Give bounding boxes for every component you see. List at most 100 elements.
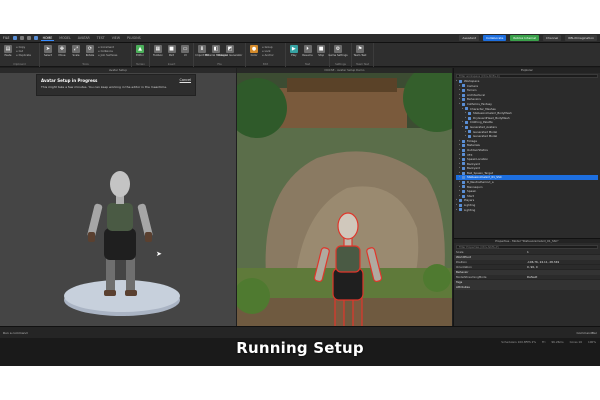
property-section-header[interactable]: Attributes [454,285,600,290]
user-button[interactable]: RBLXImagination [565,35,597,41]
tab-view[interactable]: VIEW [110,36,122,40]
property-value[interactable]: 1 [527,250,598,254]
tab-home[interactable]: HOME [40,36,55,41]
channel-button[interactable]: Channel [542,35,562,41]
gear-icon: ⚙ [334,45,342,53]
rotate-icon: ⟳ [86,45,94,53]
terrain-group: ▲ Editor Terrain [132,43,150,67]
tab-test[interactable]: TEST [95,36,107,40]
property-value[interactable]: Default [527,275,598,279]
lighting-icon [459,203,462,207]
undo-quick-icon[interactable] [19,36,24,40]
explorer-title: Explorer [454,68,600,73]
resume-icon: ⏵ [303,45,312,53]
tool-options: Increment Collisions Join Surfaces [98,45,118,57]
stop-button[interactable]: ■ Stop [315,45,327,57]
model-icon [462,167,465,171]
folder-icon [465,121,468,125]
studio-window: FILE HOME MODEL AVATAR TEST VIEW PLUGINS… [0,34,600,366]
join-surfaces-toggle[interactable]: Join Surfaces [98,54,118,57]
folder-icon [465,125,468,129]
ui-button[interactable]: ▭ UI [179,45,191,57]
paste-button[interactable]: ▤ Paste [2,45,14,57]
part-icon: ■ [167,45,176,53]
play-button[interactable]: ▶ Play [288,45,300,57]
avatar-model [87,171,153,296]
settings-group: ⚙ Game Settings Settings [328,43,352,67]
select-button[interactable]: ➤ Select [42,45,54,57]
avatar-preview-viewport[interactable]: ➤ [0,68,236,326]
paste-icon: ▤ [4,45,12,53]
cut-button[interactable]: Cut [16,50,31,53]
model-icon [468,130,471,134]
property-name: Scale [456,250,464,254]
properties-rows: Scale 1 WorldPivot Position -106.76, 24.11, … [454,250,600,290]
folder-icon [462,93,465,97]
save-quick-icon[interactable] [12,36,17,40]
folder-icon [465,107,468,111]
file-menu[interactable]: FILE [3,36,10,40]
explorer-item[interactable]: ▸ Lighting [456,208,598,213]
team-test-icon: ⚑ [356,45,364,53]
part-button[interactable]: ■ Part [166,45,178,57]
assistant-button[interactable]: Assistant [459,35,480,41]
mesh-icon [468,111,471,115]
scene-viewport[interactable] [237,68,452,326]
mouse-cursor-icon: ➤ [156,250,162,258]
tab-plugins[interactable]: PLUGINS [125,36,143,40]
model-icon [462,185,465,189]
terrain-icon [462,88,465,92]
tab-model[interactable]: MODEL [57,36,73,40]
property-value[interactable]: -106.76, 24.11, 28.349 [527,260,598,264]
collisions-toggle[interactable]: Collisions [98,50,117,53]
toolbox-button[interactable]: ▦ Toolbox [152,45,164,57]
terrain-editor-button[interactable]: ▲ Editor [134,45,146,57]
group-button[interactable]: Group [262,46,274,49]
lock-button[interactable]: Lock [262,50,274,53]
scale-button[interactable]: ⤢ Scale [70,45,82,57]
play-quick-icon[interactable] [33,36,38,40]
spawn-icon [462,157,465,161]
game-settings-button[interactable]: ⚙ Game Settings [328,45,348,57]
team-test-group: ⚑ Team Test Team Test [352,43,374,67]
command-bar: Run a command CommandBar [0,326,600,338]
redo-quick-icon[interactable] [26,36,31,40]
command-bar-label: CommandBar [576,330,597,335]
rotate-button[interactable]: ⟳ Rotate [84,45,96,57]
collaborate-button[interactable]: Collaborate [483,35,507,41]
color-button[interactable]: ● Color [248,45,260,57]
run-command-input[interactable]: Run a command [3,331,27,335]
ribbon-toolbar: ▤ Paste Copy Cut Duplicate Clipboard ➤ S… [0,43,600,67]
tab-avatar[interactable]: AVATAR [76,36,92,40]
anchor-button[interactable]: Anchor [262,54,274,57]
viewport-title: DOCSE - Avatar Setup Demo [237,68,452,73]
tools-group: ➤ Select ✥ Move ⤢ Scale ⟳ Rotate Increme… [40,43,132,67]
duplicate-button[interactable]: Duplicate [16,54,31,57]
folder-icon [462,98,465,102]
properties-panel: Filter Properties (Ctrl+Shift+P) Scale 1 W… [454,244,600,290]
color-palette-icon: ● [250,45,258,53]
property-value[interactable]: 0, 90, 0 [527,265,598,269]
copy-button[interactable]: Copy [16,46,31,49]
import-icon: ⬇ [198,45,206,53]
team-test-button[interactable]: ⚑ Team Test [354,45,366,57]
edit-options: Group Lock Anchor [262,45,274,57]
increment-option[interactable]: Increment [98,46,117,49]
part-icon [462,171,465,175]
scene-viewport-pane[interactable]: DOCSE - Avatar Setup Demo [237,68,452,326]
explorer-filter-input[interactable]: Filter workspace (Ctrl+Shift+X) [456,74,598,78]
video-caption: Running Setup [236,339,364,357]
spawn-icon [462,190,465,194]
model-icon [462,176,465,180]
clipboard-group: ▤ Paste Copy Cut Duplicate Clipboard [0,43,40,67]
internal-badge: Roblox Internal [510,35,539,41]
part-icon [462,194,465,198]
resume-button[interactable]: ⏵ Resume [302,45,314,57]
material-generator-button[interactable]: ◩ Material Generator [218,45,242,57]
stop-icon: ■ [317,45,326,53]
scale-icon: ⤢ [72,45,80,53]
properties-filter-input[interactable]: Filter Properties (Ctrl+Shift+P) [456,245,598,249]
move-button[interactable]: ✥ Move [56,45,68,57]
cursor-icon: ➤ [44,45,52,53]
menu-bar: FILE HOME MODEL AVATAR TEST VIEW PLUGINS… [0,34,600,43]
